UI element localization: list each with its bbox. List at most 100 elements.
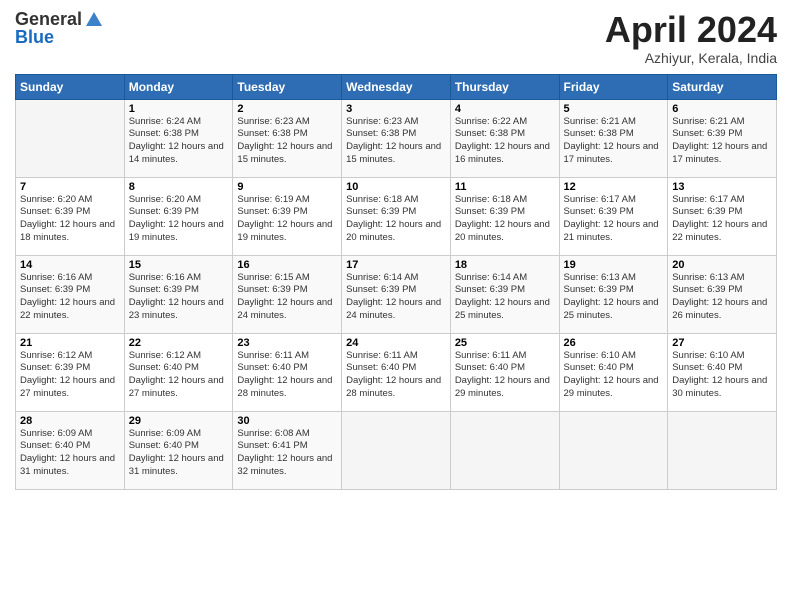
day-number: 30 — [237, 415, 337, 427]
day-info: Sunrise: 6:18 AMSunset: 6:39 PMDaylight:… — [346, 194, 446, 245]
calendar-cell: 14Sunrise: 6:16 AMSunset: 6:39 PMDayligh… — [16, 255, 125, 333]
day-number: 22 — [129, 337, 229, 349]
day-info: Sunrise: 6:16 AMSunset: 6:39 PMDaylight:… — [20, 272, 120, 323]
day-info: Sunrise: 6:22 AMSunset: 6:38 PMDaylight:… — [455, 116, 555, 167]
calendar-cell: 26Sunrise: 6:10 AMSunset: 6:40 PMDayligh… — [559, 333, 668, 411]
logo-icon — [84, 10, 104, 30]
day-number: 5 — [564, 103, 664, 115]
calendar-cell: 1Sunrise: 6:24 AMSunset: 6:38 PMDaylight… — [124, 99, 233, 177]
day-number: 19 — [564, 259, 664, 271]
day-number: 6 — [672, 103, 772, 115]
calendar-cell: 9Sunrise: 6:19 AMSunset: 6:39 PMDaylight… — [233, 177, 342, 255]
day-number: 7 — [20, 181, 120, 193]
calendar-cell — [342, 411, 451, 489]
day-number: 3 — [346, 103, 446, 115]
calendar-week-row: 14Sunrise: 6:16 AMSunset: 6:39 PMDayligh… — [16, 255, 777, 333]
calendar-cell: 3Sunrise: 6:23 AMSunset: 6:38 PMDaylight… — [342, 99, 451, 177]
day-number: 13 — [672, 181, 772, 193]
calendar-cell: 27Sunrise: 6:10 AMSunset: 6:40 PMDayligh… — [668, 333, 777, 411]
calendar-cell: 29Sunrise: 6:09 AMSunset: 6:40 PMDayligh… — [124, 411, 233, 489]
day-number: 20 — [672, 259, 772, 271]
calendar-week-row: 7Sunrise: 6:20 AMSunset: 6:39 PMDaylight… — [16, 177, 777, 255]
calendar-cell: 18Sunrise: 6:14 AMSunset: 6:39 PMDayligh… — [450, 255, 559, 333]
calendar-cell: 6Sunrise: 6:21 AMSunset: 6:39 PMDaylight… — [668, 99, 777, 177]
calendar-day-header: Thursday — [450, 74, 559, 99]
day-info: Sunrise: 6:09 AMSunset: 6:40 PMDaylight:… — [129, 428, 229, 479]
calendar-table: SundayMondayTuesdayWednesdayThursdayFrid… — [15, 74, 777, 490]
calendar-cell: 12Sunrise: 6:17 AMSunset: 6:39 PMDayligh… — [559, 177, 668, 255]
calendar-cell: 21Sunrise: 6:12 AMSunset: 6:39 PMDayligh… — [16, 333, 125, 411]
day-number: 14 — [20, 259, 120, 271]
day-number: 24 — [346, 337, 446, 349]
calendar-day-header: Tuesday — [233, 74, 342, 99]
calendar-day-header: Sunday — [16, 74, 125, 99]
day-info: Sunrise: 6:08 AMSunset: 6:41 PMDaylight:… — [237, 428, 337, 479]
logo: General Blue — [15, 10, 104, 48]
day-info: Sunrise: 6:14 AMSunset: 6:39 PMDaylight:… — [346, 272, 446, 323]
day-info: Sunrise: 6:13 AMSunset: 6:39 PMDaylight:… — [564, 272, 664, 323]
calendar-cell: 28Sunrise: 6:09 AMSunset: 6:40 PMDayligh… — [16, 411, 125, 489]
calendar-day-header: Friday — [559, 74, 668, 99]
calendar-week-row: 28Sunrise: 6:09 AMSunset: 6:40 PMDayligh… — [16, 411, 777, 489]
day-number: 10 — [346, 181, 446, 193]
calendar-cell: 30Sunrise: 6:08 AMSunset: 6:41 PMDayligh… — [233, 411, 342, 489]
day-number: 2 — [237, 103, 337, 115]
day-number: 17 — [346, 259, 446, 271]
calendar-cell: 15Sunrise: 6:16 AMSunset: 6:39 PMDayligh… — [124, 255, 233, 333]
calendar-cell — [559, 411, 668, 489]
day-info: Sunrise: 6:23 AMSunset: 6:38 PMDaylight:… — [346, 116, 446, 167]
day-info: Sunrise: 6:19 AMSunset: 6:39 PMDaylight:… — [237, 194, 337, 245]
calendar-cell: 10Sunrise: 6:18 AMSunset: 6:39 PMDayligh… — [342, 177, 451, 255]
calendar-cell: 2Sunrise: 6:23 AMSunset: 6:38 PMDaylight… — [233, 99, 342, 177]
calendar-cell — [668, 411, 777, 489]
day-number: 4 — [455, 103, 555, 115]
day-number: 11 — [455, 181, 555, 193]
day-info: Sunrise: 6:18 AMSunset: 6:39 PMDaylight:… — [455, 194, 555, 245]
day-info: Sunrise: 6:24 AMSunset: 6:38 PMDaylight:… — [129, 116, 229, 167]
day-info: Sunrise: 6:10 AMSunset: 6:40 PMDaylight:… — [672, 350, 772, 401]
calendar-cell: 8Sunrise: 6:20 AMSunset: 6:39 PMDaylight… — [124, 177, 233, 255]
day-info: Sunrise: 6:23 AMSunset: 6:38 PMDaylight:… — [237, 116, 337, 167]
calendar-cell: 19Sunrise: 6:13 AMSunset: 6:39 PMDayligh… — [559, 255, 668, 333]
day-number: 1 — [129, 103, 229, 115]
page-container: General Blue April 2024 Azhiyur, Kerala,… — [0, 0, 792, 500]
month-title: April 2024 — [605, 10, 777, 50]
calendar-cell: 16Sunrise: 6:15 AMSunset: 6:39 PMDayligh… — [233, 255, 342, 333]
day-info: Sunrise: 6:17 AMSunset: 6:39 PMDaylight:… — [672, 194, 772, 245]
logo-blue: Blue — [15, 28, 104, 48]
day-info: Sunrise: 6:17 AMSunset: 6:39 PMDaylight:… — [564, 194, 664, 245]
day-info: Sunrise: 6:21 AMSunset: 6:39 PMDaylight:… — [672, 116, 772, 167]
calendar-cell — [450, 411, 559, 489]
calendar-cell: 22Sunrise: 6:12 AMSunset: 6:40 PMDayligh… — [124, 333, 233, 411]
day-info: Sunrise: 6:20 AMSunset: 6:39 PMDaylight:… — [129, 194, 229, 245]
calendar-day-header: Wednesday — [342, 74, 451, 99]
day-info: Sunrise: 6:12 AMSunset: 6:40 PMDaylight:… — [129, 350, 229, 401]
calendar-cell — [16, 99, 125, 177]
day-info: Sunrise: 6:14 AMSunset: 6:39 PMDaylight:… — [455, 272, 555, 323]
day-info: Sunrise: 6:12 AMSunset: 6:39 PMDaylight:… — [20, 350, 120, 401]
day-info: Sunrise: 6:11 AMSunset: 6:40 PMDaylight:… — [346, 350, 446, 401]
day-number: 12 — [564, 181, 664, 193]
day-info: Sunrise: 6:11 AMSunset: 6:40 PMDaylight:… — [455, 350, 555, 401]
day-number: 9 — [237, 181, 337, 193]
calendar-cell: 20Sunrise: 6:13 AMSunset: 6:39 PMDayligh… — [668, 255, 777, 333]
day-number: 23 — [237, 337, 337, 349]
day-info: Sunrise: 6:13 AMSunset: 6:39 PMDaylight:… — [672, 272, 772, 323]
day-number: 16 — [237, 259, 337, 271]
calendar-cell: 4Sunrise: 6:22 AMSunset: 6:38 PMDaylight… — [450, 99, 559, 177]
day-number: 25 — [455, 337, 555, 349]
day-info: Sunrise: 6:21 AMSunset: 6:38 PMDaylight:… — [564, 116, 664, 167]
day-number: 18 — [455, 259, 555, 271]
day-info: Sunrise: 6:16 AMSunset: 6:39 PMDaylight:… — [129, 272, 229, 323]
day-number: 27 — [672, 337, 772, 349]
calendar-cell: 11Sunrise: 6:18 AMSunset: 6:39 PMDayligh… — [450, 177, 559, 255]
calendar-cell: 24Sunrise: 6:11 AMSunset: 6:40 PMDayligh… — [342, 333, 451, 411]
day-info: Sunrise: 6:10 AMSunset: 6:40 PMDaylight:… — [564, 350, 664, 401]
day-info: Sunrise: 6:20 AMSunset: 6:39 PMDaylight:… — [20, 194, 120, 245]
day-info: Sunrise: 6:11 AMSunset: 6:40 PMDaylight:… — [237, 350, 337, 401]
day-info: Sunrise: 6:09 AMSunset: 6:40 PMDaylight:… — [20, 428, 120, 479]
day-number: 29 — [129, 415, 229, 427]
calendar-day-header: Monday — [124, 74, 233, 99]
day-number: 28 — [20, 415, 120, 427]
calendar-cell: 7Sunrise: 6:20 AMSunset: 6:39 PMDaylight… — [16, 177, 125, 255]
